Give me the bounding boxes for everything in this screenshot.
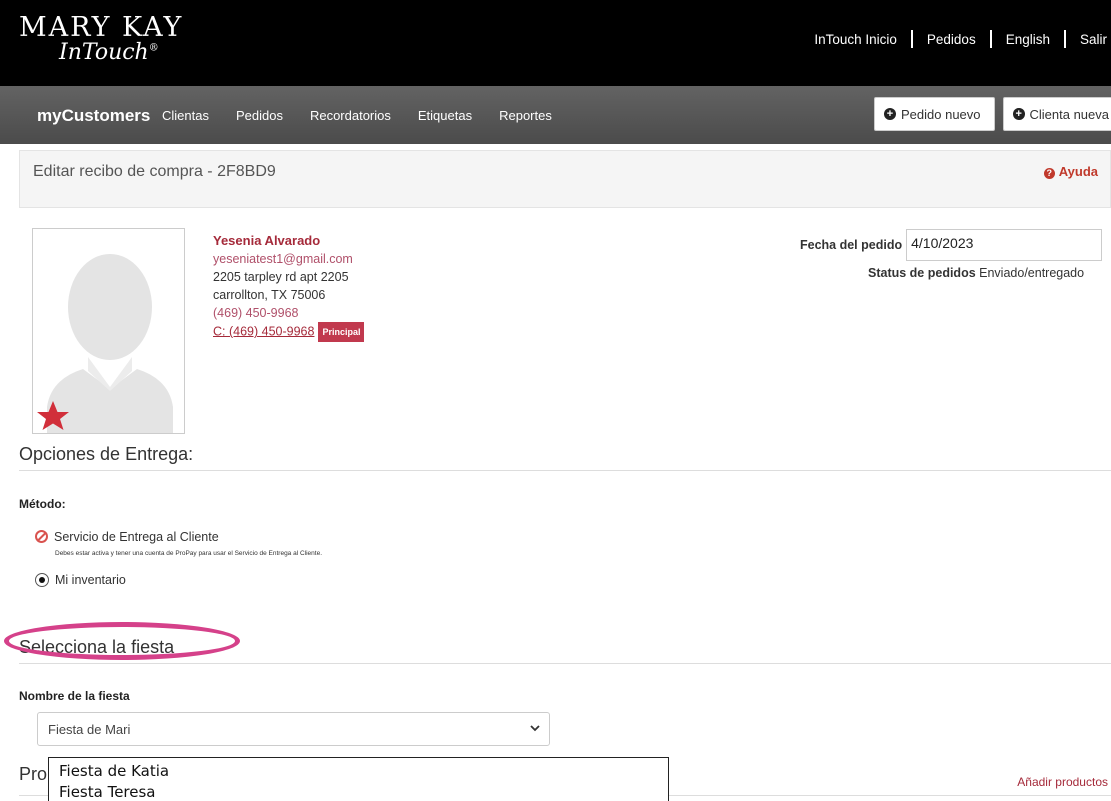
link-logout[interactable]: Salir: [1080, 32, 1107, 47]
link-language[interactable]: English: [1006, 32, 1050, 47]
delivery-option1-label: Servicio de Entrega al Cliente: [54, 530, 219, 544]
nav-brand[interactable]: myCustomers: [37, 106, 150, 126]
nav-item-labels[interactable]: Etiquetas: [418, 108, 472, 123]
logo-main-text: MARY KAY: [19, 12, 184, 43]
delivery-option-customer-delivery: Servicio de Entrega al Cliente: [35, 530, 219, 544]
divider: [19, 663, 1111, 664]
link-intouch-home[interactable]: InTouch Inicio: [814, 32, 897, 47]
party-option[interactable]: Fiesta de Katia: [59, 761, 658, 782]
radio-selected-icon[interactable]: [35, 573, 49, 587]
plus-circle-icon: +: [1013, 108, 1025, 120]
order-status-row: Status de pedidos Enviado/entregado: [868, 266, 1084, 280]
nav-items: Clientas Pedidos Recordatorios Etiquetas…: [162, 108, 579, 123]
top-links: InTouch Inicio Pedidos English Salir: [814, 30, 1107, 48]
plus-circle-icon: +: [884, 108, 896, 120]
help-link[interactable]: ? Ayuda: [1043, 164, 1098, 179]
divider: [989, 30, 992, 48]
customer-address-line2: carrollton, TX 75006: [213, 288, 326, 302]
order-date-label: Fecha del pedido: [800, 238, 903, 252]
link-orders[interactable]: Pedidos: [927, 32, 976, 47]
primary-badge: Principal: [318, 322, 365, 342]
delivery-options-heading: Opciones de Entrega:: [19, 444, 194, 464]
nav-item-reports[interactable]: Reportes: [499, 108, 552, 123]
party-dropdown-list: Fiesta de Katia Fiesta Teresa: [48, 757, 669, 801]
order-status-label: Status de pedidos: [868, 266, 976, 280]
question-circle-icon: ?: [1043, 168, 1055, 179]
party-option[interactable]: Fiesta Teresa: [59, 782, 658, 801]
order-status-value: Enviado/entregado: [979, 266, 1085, 280]
nav-item-reminders[interactable]: Recordatorios: [310, 108, 391, 123]
customer-info: Yesenia Alvarado yeseniatest1@gmail.com …: [213, 232, 365, 342]
customer-name[interactable]: Yesenia Alvarado: [213, 232, 364, 250]
party-select[interactable]: Fiesta de Mari: [37, 712, 550, 746]
delivery-option1-note: Debes estar activa y tener una cuenta de…: [55, 550, 323, 557]
new-customer-label: Clienta nueva: [1029, 106, 1110, 122]
new-order-label: Pedido nuevo: [901, 106, 981, 122]
add-products-link[interactable]: Añadir productos: [1017, 775, 1108, 789]
divider: [910, 30, 913, 48]
divider: [19, 470, 1111, 471]
method-label: Método:: [19, 497, 66, 511]
new-order-button[interactable]: + Pedido nuevo: [874, 97, 995, 131]
divider: [1063, 30, 1066, 48]
mary-kay-logo[interactable]: MARY KAY InTouch®: [19, 12, 184, 65]
customer-cell-row: C: (469) 450-9968 Principal: [213, 322, 365, 342]
nav-item-orders[interactable]: Pedidos: [236, 108, 283, 123]
highlight-ellipse: [4, 622, 240, 660]
customer-avatar: [32, 228, 185, 434]
prohibited-icon: [35, 530, 48, 543]
delivery-option-my-inventory[interactable]: Mi inventario: [35, 573, 126, 587]
products-heading: Pro: [19, 764, 48, 784]
avatar-silhouette-icon: [37, 254, 173, 433]
party-select-value: Fiesta de Mari: [48, 722, 131, 737]
delivery-option2-label: Mi inventario: [55, 573, 126, 587]
customer-address-line1: 2205 tarpley rd apt 2205: [213, 270, 349, 284]
customer-phone[interactable]: (469) 450-9968: [213, 304, 364, 322]
party-name-label: Nombre de la fiesta: [19, 689, 130, 703]
nav-bar: myCustomers Clientas Pedidos Recordatori…: [0, 86, 1111, 144]
logo-sub-text: InTouch®: [59, 40, 159, 65]
top-bar: MARY KAY InTouch® InTouch Inicio Pedidos…: [0, 0, 1111, 86]
customer-email[interactable]: yeseniatest1@gmail.com: [213, 250, 364, 268]
help-label: Ayuda: [1058, 164, 1098, 179]
nav-item-customers[interactable]: Clientas: [162, 108, 209, 123]
chevron-down-icon: [530, 725, 540, 732]
order-date-row: Fecha del pedido 4/10/2023: [800, 229, 1103, 261]
new-customer-button[interactable]: + Clienta nueva: [1003, 97, 1111, 131]
order-date-input[interactable]: 4/10/2023: [906, 229, 1103, 261]
customer-cell[interactable]: C: (469) 450-9968: [213, 324, 314, 338]
page-title: Editar recibo de compra - 2F8BD9: [33, 163, 276, 180]
page-header-panel: Editar recibo de compra - 2F8BD9 ? Ayuda: [19, 150, 1111, 208]
